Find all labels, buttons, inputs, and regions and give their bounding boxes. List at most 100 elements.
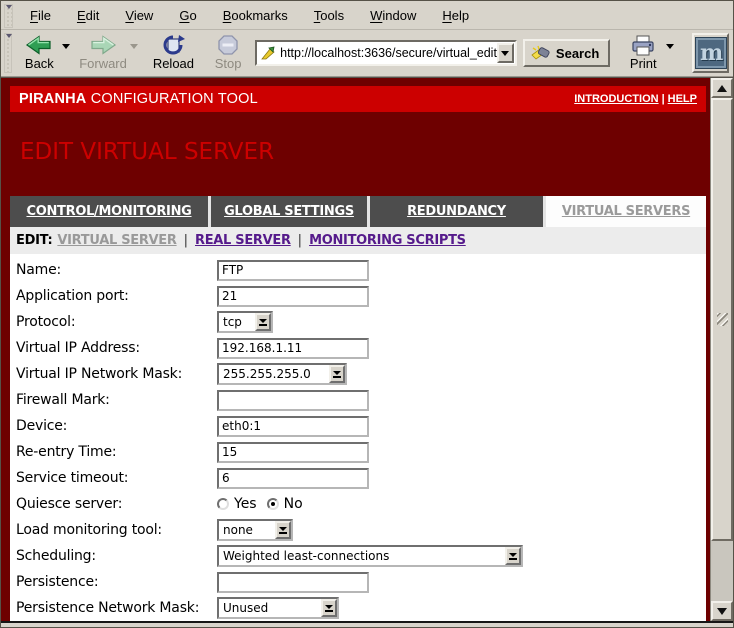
tab-virtual-servers[interactable]: VIRTUAL SERVERS xyxy=(546,196,706,227)
field-control-persistence xyxy=(217,572,369,593)
name-input[interactable]: FTP xyxy=(217,260,369,281)
page-title: EDIT VIRTUAL SERVER xyxy=(20,139,706,165)
page-header-bar: PIRANHA CONFIGURATION TOOL INTRODUCTION|… xyxy=(10,86,706,112)
firewall-mark-input[interactable] xyxy=(217,390,369,411)
url-history-dropdown-icon[interactable] xyxy=(497,43,514,63)
form-row-persistence: Persistence: xyxy=(10,569,706,595)
dropdown-arrow-icon[interactable] xyxy=(321,599,337,617)
menu-view[interactable]: View xyxy=(112,4,166,27)
protocol-select[interactable]: tcp xyxy=(217,311,273,333)
menu-help[interactable]: Help xyxy=(429,4,482,27)
field-label-quiesce-server: Quiesce server: xyxy=(16,496,217,512)
header-link-separator: | xyxy=(659,93,668,105)
scheduling-select[interactable]: Weighted least-connections xyxy=(217,545,523,567)
field-control-virtual-ip-address: 192.168.1.11 xyxy=(217,338,369,359)
scroll-down-button[interactable] xyxy=(711,601,733,621)
mozilla-logo-button[interactable]: m xyxy=(692,33,729,73)
application-port-input[interactable]: 21 xyxy=(217,286,369,307)
subnav-separator: | xyxy=(177,233,195,248)
print-dropdown-icon[interactable] xyxy=(666,44,674,49)
url-input[interactable]: http://localhost:3636/secure/virtual_edi… xyxy=(280,46,497,60)
service-timeout-input[interactable]: 6 xyxy=(217,468,369,489)
select-value: none xyxy=(219,521,275,539)
field-label-persistence: Persistence: xyxy=(16,574,217,590)
dropdown-arrow-icon[interactable] xyxy=(275,521,291,539)
virtual-ip-address-input[interactable]: 192.168.1.11 xyxy=(217,338,369,359)
quiesce-server-radio-yes[interactable]: Yes xyxy=(217,496,257,512)
toolbar-grippy[interactable] xyxy=(4,33,12,73)
monitoring-scripts-link[interactable]: MONITORING SCRIPTS xyxy=(309,233,466,248)
form-row-virtual-ip-network-mask: Virtual IP Network Mask:255.255.255.0 xyxy=(10,361,706,387)
print-button[interactable]: Print xyxy=(620,33,666,73)
field-control-application-port: 21 xyxy=(217,286,369,307)
scrollbar-thumb[interactable] xyxy=(711,98,733,541)
search-label: Search xyxy=(556,46,599,61)
input-value: FTP xyxy=(222,263,243,277)
field-label-application-port: Application port: xyxy=(16,288,217,304)
back-dropdown-icon[interactable] xyxy=(62,44,70,49)
bookmark-icon xyxy=(261,46,276,60)
select-value: Weighted least-connections xyxy=(219,547,505,565)
re-entry-time-input[interactable]: 15 xyxy=(217,442,369,463)
menu-go[interactable]: Go xyxy=(166,4,209,27)
stop-button[interactable]: Stop xyxy=(205,33,251,73)
print-label: Print xyxy=(630,56,657,71)
vertical-scrollbar[interactable] xyxy=(710,78,733,621)
page-content: CONTROL/MONITORING GLOBAL SETTINGS REDUNDA… xyxy=(10,196,706,621)
radio-icon xyxy=(217,498,229,510)
field-label-re-entry-time: Re-entry Time: xyxy=(16,444,217,460)
stop-icon xyxy=(217,34,239,56)
dropdown-arrow-icon[interactable] xyxy=(505,547,521,565)
menu-tools[interactable]: Tools xyxy=(301,4,357,27)
scroll-up-icon xyxy=(717,85,727,92)
search-button[interactable]: Search xyxy=(523,39,610,67)
menubar-grippy[interactable] xyxy=(4,4,13,28)
menu-window[interactable]: Window xyxy=(357,4,429,27)
input-value: 21 xyxy=(222,289,237,303)
device-input[interactable]: eth0:1 xyxy=(217,416,369,437)
subnav-prefix: EDIT: xyxy=(16,233,52,248)
form-row-service-timeout: Service timeout:6 xyxy=(10,465,706,491)
virtual-server-form: Name:FTPApplication port:21Protocol:tcpV… xyxy=(10,254,706,621)
select-value: 255.255.255.0 xyxy=(219,365,329,383)
field-label-persistence-network-mask: Persistence Network Mask: xyxy=(16,600,217,616)
menu-bookmarks[interactable]: Bookmarks xyxy=(210,4,301,27)
form-row-persistence-network-mask: Persistence Network Mask:Unused xyxy=(10,595,706,621)
tab-redundancy[interactable]: REDUNDANCY xyxy=(370,196,546,227)
dropdown-arrow-icon[interactable] xyxy=(255,313,271,331)
reload-icon xyxy=(161,34,185,56)
input-value: 15 xyxy=(222,445,237,459)
field-control-persistence-network-mask: Unused xyxy=(217,597,339,619)
field-label-device: Device: xyxy=(16,418,217,434)
help-link[interactable]: HELP xyxy=(668,93,697,105)
scroll-up-button[interactable] xyxy=(711,78,733,98)
forward-dropdown-icon[interactable] xyxy=(130,44,138,49)
load-monitoring-tool-select[interactable]: none xyxy=(217,519,293,541)
field-control-re-entry-time: 15 xyxy=(217,442,369,463)
dropdown-arrow-icon[interactable] xyxy=(329,365,345,383)
back-label: Back xyxy=(25,56,54,71)
scrollbar-track[interactable] xyxy=(711,98,733,601)
persistence-input[interactable] xyxy=(217,572,369,593)
field-control-protocol: tcp xyxy=(217,311,273,333)
mozilla-logo-icon: m xyxy=(695,37,727,69)
quiesce-server-radio-no[interactable]: No xyxy=(267,496,303,512)
tab-control-monitoring[interactable]: CONTROL/MONITORING xyxy=(10,196,211,227)
menu-file[interactable]: File xyxy=(17,4,64,27)
back-button[interactable]: Back xyxy=(16,33,62,73)
url-bar[interactable]: http://localhost:3636/secure/virtual_edi… xyxy=(255,40,517,66)
field-label-virtual-ip-network-mask: Virtual IP Network Mask: xyxy=(16,366,217,382)
persistence-network-mask-select[interactable]: Unused xyxy=(217,597,339,619)
tab-global-settings[interactable]: GLOBAL SETTINGS xyxy=(211,196,370,227)
input-value: 6 xyxy=(222,471,230,485)
field-control-quiesce-server: Yes No xyxy=(217,496,313,512)
reload-button[interactable]: Reload xyxy=(150,33,197,73)
real-server-link[interactable]: REAL SERVER xyxy=(195,233,291,248)
virtual-ip-network-mask-select[interactable]: 255.255.255.0 xyxy=(217,363,347,385)
tab-label: GLOBAL SETTINGS xyxy=(224,204,354,219)
menu-edit[interactable]: Edit xyxy=(64,4,112,27)
introduction-link[interactable]: INTRODUCTION xyxy=(574,93,658,105)
form-row-name: Name:FTP xyxy=(10,257,706,283)
forward-button[interactable]: Forward xyxy=(76,33,129,73)
field-control-service-timeout: 6 xyxy=(217,468,369,489)
